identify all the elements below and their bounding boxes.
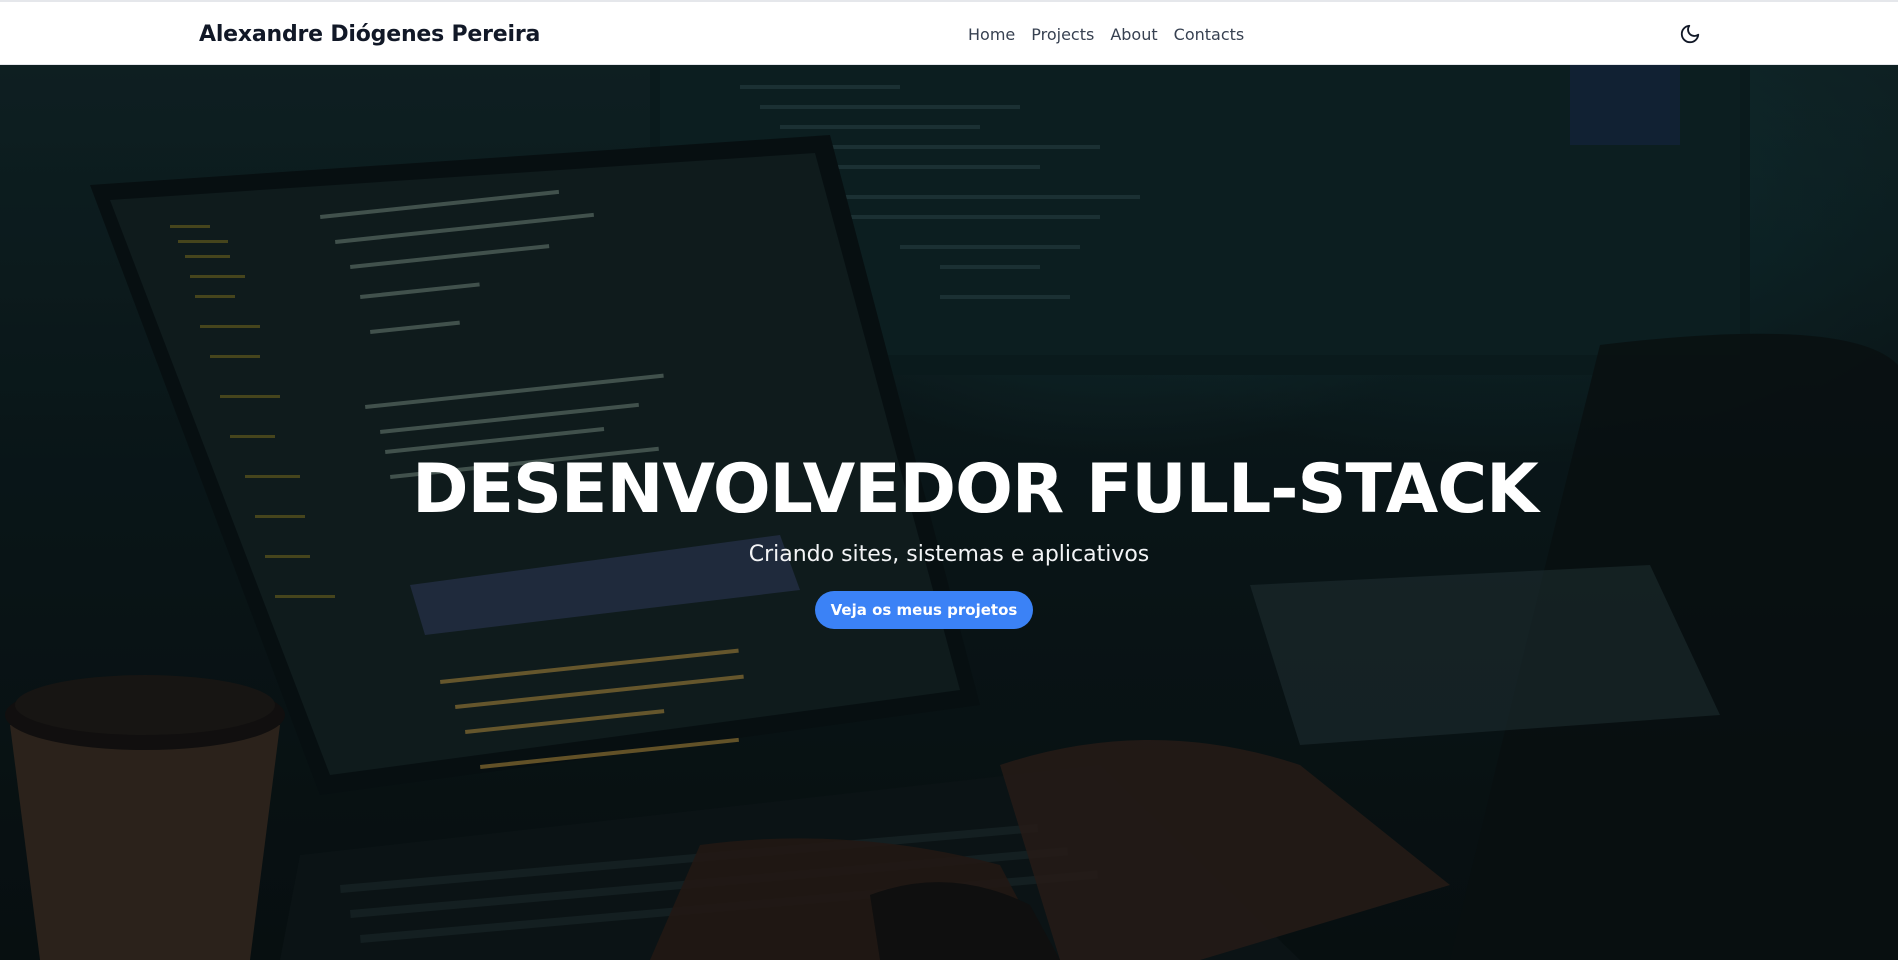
hero-subtitle: Criando sites, sistemas e aplicativos bbox=[748, 542, 1150, 567]
nav-link-contacts[interactable]: Contacts bbox=[1174, 25, 1245, 44]
nav-link-about[interactable]: About bbox=[1110, 25, 1157, 44]
moon-icon bbox=[1680, 24, 1700, 44]
view-projects-button[interactable]: Veja os meus projetos bbox=[814, 591, 1034, 629]
brand-name[interactable]: Alexandre Diógenes Pereira bbox=[199, 22, 540, 47]
nav-link-projects[interactable]: Projects bbox=[1031, 25, 1094, 44]
navbar: Alexandre Diógenes Pereira Home Projects… bbox=[0, 2, 1898, 65]
theme-toggle-button[interactable] bbox=[1678, 22, 1702, 46]
nav-link-home[interactable]: Home bbox=[968, 25, 1015, 44]
hero-title: DESENVOLVEDOR FULL-STACK bbox=[412, 450, 1539, 529]
nav-menu: Home Projects About Contacts bbox=[968, 25, 1244, 44]
hero-content: DESENVOLVEDOR FULL-STACK Criando sites, … bbox=[0, 450, 1898, 629]
hero-section: DESENVOLVEDOR FULL-STACK Criando sites, … bbox=[0, 65, 1898, 960]
